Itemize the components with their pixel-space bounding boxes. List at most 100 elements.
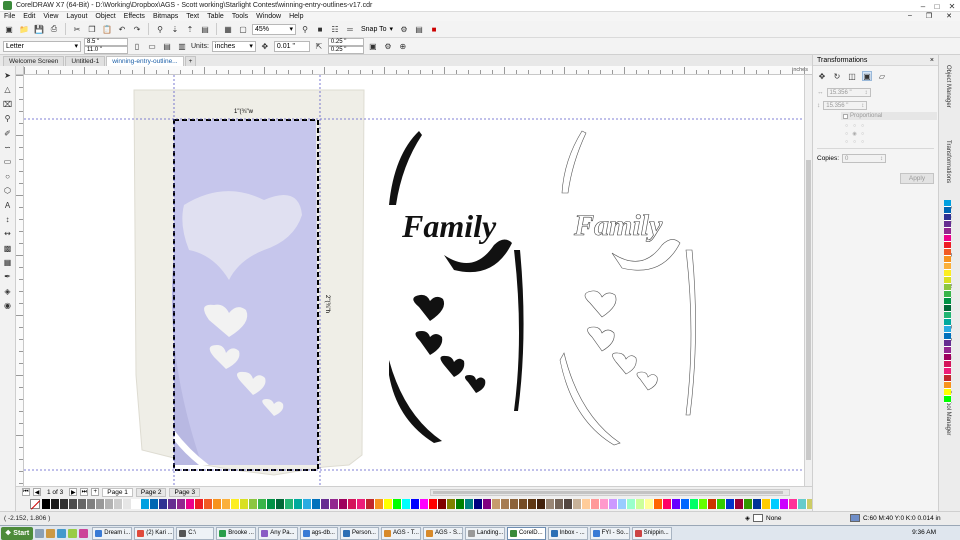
taskbar-item[interactable]: Snippin... [631, 526, 672, 540]
color-swatch[interactable] [384, 498, 393, 509]
page-tab-3[interactable]: Page 3 [169, 487, 201, 497]
menu-table[interactable]: Table [203, 13, 228, 20]
color-swatch[interactable] [42, 498, 51, 509]
save-icon[interactable]: 💾 [33, 23, 45, 35]
color-swatch[interactable] [944, 389, 951, 396]
color-swatch[interactable] [546, 498, 555, 509]
add-icon[interactable]: ⊕ [397, 40, 409, 52]
taskbar-item[interactable]: ags-db... [299, 526, 338, 540]
menu-text[interactable]: Text [182, 13, 203, 20]
color-swatch[interactable] [681, 498, 690, 509]
taskbar-item[interactable]: Brooke ... [216, 526, 257, 540]
color-swatch[interactable] [537, 498, 546, 509]
color-swatch[interactable] [555, 498, 564, 509]
color-swatch[interactable] [78, 498, 87, 509]
taskbar-item[interactable]: Person... [339, 526, 379, 540]
transparency-tool-icon[interactable]: ▦ [2, 257, 13, 268]
cut-icon[interactable]: ✂ [71, 23, 83, 35]
color-swatch[interactable] [944, 200, 951, 207]
eyedropper-icon[interactable]: ✒ [2, 271, 13, 282]
color-swatch[interactable] [609, 498, 618, 509]
color-swatch[interactable] [744, 498, 753, 509]
color-swatch[interactable] [944, 228, 951, 235]
color-swatch[interactable] [411, 498, 420, 509]
show-rulers-icon[interactable]: ■ [314, 23, 326, 35]
copy-icon[interactable]: ❐ [86, 23, 98, 35]
ruler-origin[interactable] [16, 66, 24, 75]
pick-tool-icon[interactable]: ➤ [2, 70, 13, 81]
minimize-icon[interactable]: – [916, 0, 930, 12]
color-swatch[interactable] [312, 498, 321, 509]
anchor-point[interactable]: ○ [851, 122, 858, 129]
color-swatch[interactable] [231, 498, 240, 509]
print-icon[interactable]: ⎙ [48, 23, 60, 35]
polygon-tool-icon[interactable]: ⬡ [2, 185, 13, 196]
prev-page-button[interactable]: ◀ [33, 488, 41, 496]
color-swatch[interactable] [168, 498, 177, 509]
tab-winning-entry[interactable]: winning-entry-outline... [106, 56, 184, 66]
color-swatch[interactable] [944, 263, 951, 270]
color-swatch[interactable] [249, 498, 258, 509]
artistic-media-icon[interactable]: ∽ [2, 142, 13, 153]
landscape-icon[interactable]: ▭ [146, 40, 158, 52]
vertical-ruler[interactable] [16, 75, 24, 486]
color-swatch[interactable] [474, 498, 483, 509]
apply-button[interactable]: Apply [900, 173, 934, 184]
duplicate-y-field[interactable]: 0.25 " [327, 46, 364, 54]
color-swatch[interactable] [944, 382, 951, 389]
color-swatch[interactable] [114, 498, 123, 509]
color-swatch[interactable] [944, 242, 951, 249]
color-swatch[interactable] [944, 277, 951, 284]
color-swatch[interactable] [944, 291, 951, 298]
color-swatch[interactable] [366, 498, 375, 509]
color-swatch[interactable] [186, 498, 195, 509]
color-swatch[interactable] [123, 498, 132, 509]
menu-tools[interactable]: Tools [228, 13, 252, 20]
color-swatch[interactable] [177, 498, 186, 509]
color-swatch[interactable] [60, 498, 69, 509]
color-swatch[interactable] [204, 498, 213, 509]
undo-icon[interactable]: ↶ [116, 23, 128, 35]
quicklaunch-icon[interactable] [68, 528, 78, 538]
color-swatch[interactable] [357, 498, 366, 509]
taskbar-item[interactable]: AGS - T... [380, 526, 421, 540]
fullscreen-icon[interactable]: ▢ [237, 23, 249, 35]
color-swatch[interactable] [944, 347, 951, 354]
current-page-icon[interactable]: ▥ [176, 40, 188, 52]
interactive-fill-icon[interactable]: ◈ [2, 286, 13, 297]
color-swatch[interactable] [285, 498, 294, 509]
freehand-tool-icon[interactable]: ✐ [2, 128, 13, 139]
connector-tool-icon[interactable]: ↭ [2, 228, 13, 239]
rectangle-tool-icon[interactable]: ▭ [2, 156, 13, 167]
options-icon[interactable]: ⚙ [382, 40, 394, 52]
color-swatch[interactable] [447, 498, 456, 509]
treat-as-filled-icon[interactable]: ▣ [367, 40, 379, 52]
drawing-canvas[interactable]: 1"(¾"w 2"(¾"h Family Family [24, 75, 804, 486]
color-swatch[interactable] [636, 498, 645, 509]
horizontal-scrollbar[interactable] [430, 489, 790, 496]
import-icon[interactable]: ⇣ [169, 23, 181, 35]
copies-field[interactable]: 0 ↕ [842, 154, 887, 163]
taskbar-item[interactable]: Inbox - ... [547, 526, 588, 540]
shape-tool-icon[interactable]: △ [2, 84, 13, 95]
new-document-icon[interactable]: ▣ [3, 23, 15, 35]
anchor-point[interactable]: ○ [843, 122, 850, 129]
color-swatch[interactable] [944, 305, 951, 312]
size-icon[interactable]: ▣ [862, 71, 872, 81]
show-grid-icon[interactable]: ☷ [329, 23, 341, 35]
color-swatch[interactable] [321, 498, 330, 509]
color-swatch[interactable] [944, 256, 951, 263]
tab-untitled-1[interactable]: Untitled-1 [65, 56, 106, 66]
color-swatch[interactable] [258, 498, 267, 509]
redo-icon[interactable]: ↷ [131, 23, 143, 35]
color-swatch[interactable] [708, 498, 717, 509]
color-swatch[interactable] [672, 498, 681, 509]
units-select[interactable]: inches ▾ [211, 40, 256, 52]
anchor-point[interactable]: ○ [859, 138, 866, 145]
color-swatch[interactable] [654, 498, 663, 509]
paste-icon[interactable]: 📋 [101, 23, 113, 35]
anchor-point[interactable]: ○ [851, 138, 858, 145]
color-swatch[interactable] [528, 498, 537, 509]
color-swatch[interactable] [645, 498, 654, 509]
taskbar-item[interactable]: AGS - S... [422, 526, 463, 540]
